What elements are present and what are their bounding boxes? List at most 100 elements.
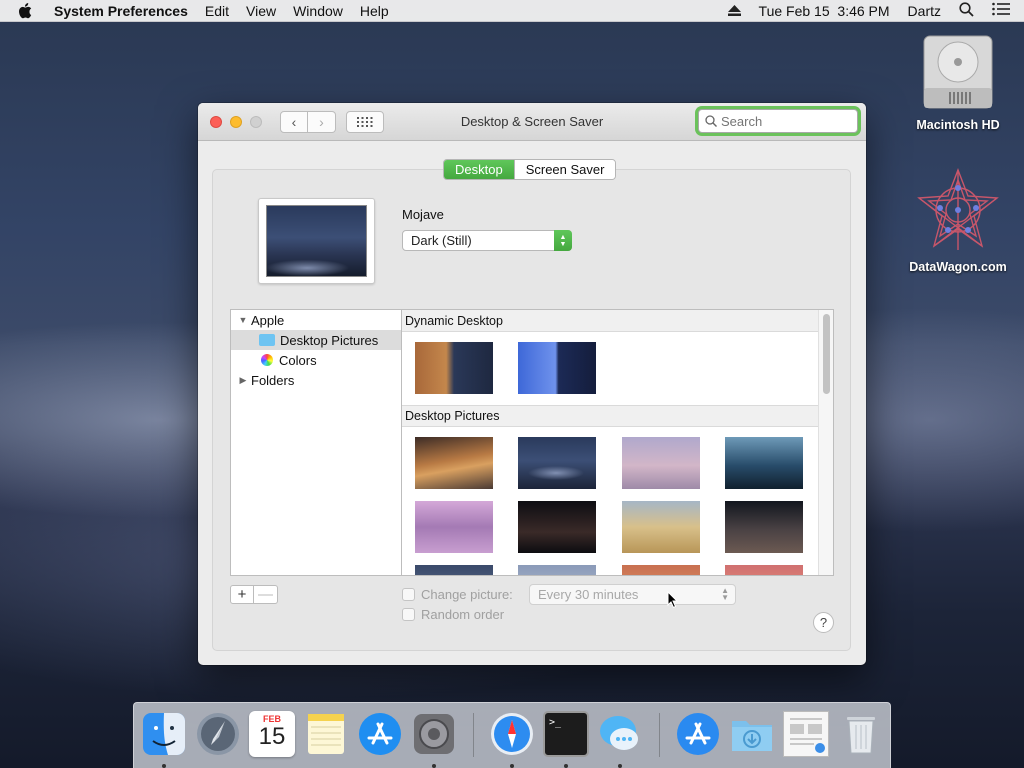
change-picture-checkbox[interactable]: Change picture: [402, 587, 513, 602]
apple-menu-icon[interactable] [18, 2, 34, 19]
wallpaper-thumb-desert-7[interactable] [415, 565, 493, 575]
wallpaper-thumb-desert-2[interactable] [725, 437, 803, 489]
zoom-button[interactable] [250, 115, 262, 128]
menu-bar: System Preferences Edit View Window Help… [0, 0, 1024, 22]
wallpaper-thumb-desert-5[interactable] [622, 501, 700, 553]
menu-view[interactable]: View [246, 3, 276, 19]
folder-add-remove: + — [230, 585, 278, 604]
desktop-icon-macintosh-hd[interactable]: Macintosh HD [898, 32, 1018, 132]
desktop-icon-label: DataWagon.com [909, 260, 1007, 274]
forward-button[interactable]: › [308, 110, 336, 133]
change-interval-value: Every 30 minutes [538, 587, 639, 602]
scrollbar[interactable] [818, 310, 833, 575]
dynamic-desktop-grid [402, 332, 818, 405]
wallpaper-thumb-desert-4[interactable] [518, 501, 596, 553]
tab-desktop[interactable]: Desktop [444, 160, 514, 179]
appearance-popup[interactable]: Dark (Still) ▲ ▼ [402, 230, 572, 251]
appearance-popup-value: Dark (Still) [411, 233, 472, 248]
calendar-icon[interactable]: FEB 15 [249, 711, 295, 757]
show-all-button[interactable] [346, 110, 384, 133]
source-item-folders[interactable]: ▶ Folders [231, 370, 401, 390]
source-list: ▼ Apple Desktop Pictures Colors ▶ Folder… [230, 309, 401, 576]
search-input[interactable] [721, 113, 841, 129]
wallpaper-thumb-mojave-day[interactable] [415, 437, 493, 489]
menu-user[interactable]: Dartz [908, 3, 941, 19]
desktop-icon-label: Macintosh HD [916, 118, 1000, 132]
dock: FEB 15 >_ [133, 702, 891, 768]
trash-icon[interactable] [838, 711, 884, 757]
minimize-button[interactable] [230, 115, 242, 128]
tab-screen-saver[interactable]: Screen Saver [513, 160, 616, 179]
system-preferences-icon[interactable] [411, 711, 457, 757]
section-header-dynamic-desktop: Dynamic Desktop [402, 310, 818, 332]
applications-stack-icon[interactable] [675, 711, 721, 757]
help-button[interactable]: ? [813, 612, 834, 633]
running-indicator [162, 764, 166, 768]
back-button[interactable]: ‹ [280, 110, 308, 133]
close-button[interactable] [210, 115, 222, 128]
grid-icon [357, 116, 373, 127]
checkbox-box[interactable] [402, 608, 415, 621]
wallpaper-preview [258, 198, 375, 284]
source-item-label: Desktop Pictures [280, 332, 379, 348]
search-field[interactable] [698, 109, 858, 133]
safari-icon[interactable] [489, 711, 535, 757]
menu-window[interactable]: Window [293, 3, 343, 19]
source-item-desktop-pictures[interactable]: Desktop Pictures [231, 330, 401, 350]
notification-center-icon[interactable] [992, 2, 1010, 19]
menu-help[interactable]: Help [360, 3, 389, 19]
running-indicator [510, 764, 514, 768]
terminal-icon[interactable]: >_ [543, 711, 589, 757]
dock-separator [473, 713, 474, 757]
checkbox-box[interactable] [402, 588, 415, 601]
wallpaper-thumb-desert-10[interactable] [725, 565, 803, 575]
random-order-label: Random order [421, 607, 505, 622]
menu-edit[interactable]: Edit [205, 3, 229, 19]
system-preferences-window: ‹ › Desktop & Screen Saver Desktop Scree… [198, 103, 866, 665]
disclosure-closed-icon[interactable]: ▶ [237, 375, 249, 386]
source-item-colors[interactable]: Colors [231, 350, 401, 370]
popup-arrows-icon: ▲ ▼ [721, 586, 729, 602]
chevron-right-icon: › [319, 113, 324, 130]
launchpad-icon[interactable] [195, 711, 241, 757]
notes-icon[interactable] [303, 711, 349, 757]
finder-icon[interactable] [141, 711, 187, 757]
downloads-folder-icon[interactable] [729, 711, 775, 757]
document-stack-icon[interactable] [783, 711, 829, 757]
eject-icon[interactable] [727, 3, 741, 19]
disclosure-open-icon[interactable]: ▼ [237, 315, 249, 325]
wallpaper-thumb-desert-3[interactable] [415, 501, 493, 553]
app-store-icon[interactable] [357, 711, 403, 757]
messages-icon[interactable] [597, 711, 643, 757]
search-icon [705, 115, 717, 127]
menu-clock[interactable]: Tue Feb 15 3:46 PM [759, 3, 890, 19]
title-bar[interactable]: ‹ › Desktop & Screen Saver [198, 103, 866, 141]
wallpaper-thumb-solar-gradients[interactable] [518, 342, 596, 394]
hard-drive-icon [923, 35, 993, 109]
wallpaper-thumb-desert-8[interactable] [518, 565, 596, 575]
random-order-checkbox[interactable]: Random order [402, 607, 504, 622]
scrollbar-knob[interactable] [823, 314, 830, 394]
wallpaper-thumb-desert-9[interactable] [622, 565, 700, 575]
remove-folder-button[interactable]: — [254, 585, 278, 604]
spotlight-search-icon[interactable] [959, 1, 974, 20]
desktop-icon-datawagon[interactable]: DataWagon.com [898, 168, 1018, 274]
mouse-cursor-icon [667, 591, 679, 609]
source-item-label: Apple [251, 312, 285, 328]
change-interval-popup[interactable]: Every 30 minutes ▲ ▼ [529, 584, 736, 605]
terminal-prompt: >_ [549, 717, 562, 728]
running-indicator [432, 764, 436, 768]
calendar-day: 15 [258, 723, 286, 750]
source-item-label: Folders [251, 372, 295, 388]
menu-app-name[interactable]: System Preferences [54, 3, 188, 19]
add-folder-button[interactable]: + [230, 585, 254, 604]
datawagon-star-icon [917, 168, 999, 250]
wallpaper-thumb-desert-1[interactable] [622, 437, 700, 489]
wallpaper-thumb-mojave-dynamic[interactable] [415, 342, 493, 394]
wallpaper-thumb-desert-6[interactable] [725, 501, 803, 553]
image-browser: Dynamic Desktop Desktop Pictures [401, 309, 834, 576]
change-picture-label: Change picture: [421, 587, 513, 602]
wallpaper-thumb-mojave-night[interactable] [518, 437, 596, 489]
section-header-desktop-pictures: Desktop Pictures [402, 405, 818, 427]
source-item-apple[interactable]: ▼ Apple [231, 310, 401, 330]
